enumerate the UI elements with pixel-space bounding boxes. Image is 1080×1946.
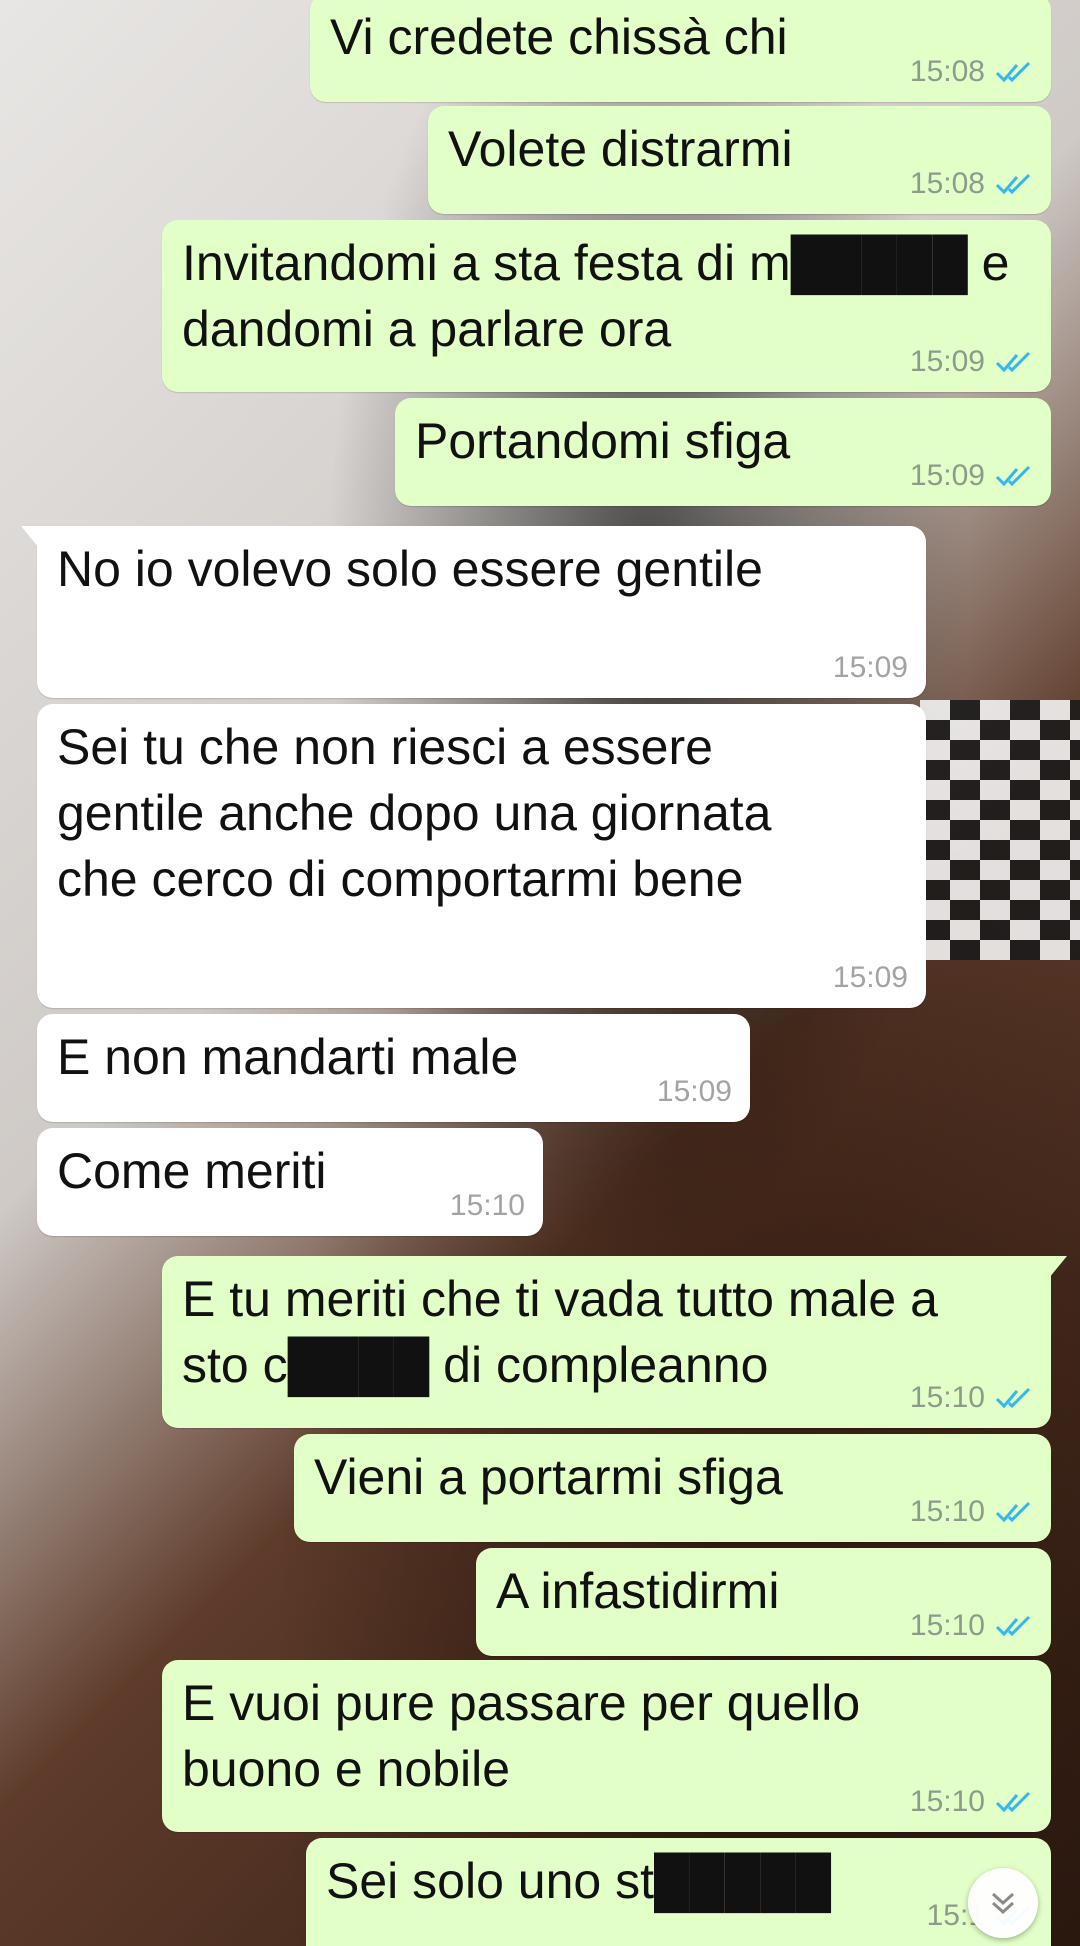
message-time: 15:09 [832, 961, 908, 994]
bubble-tail [21, 526, 39, 548]
message-meta: 15:09 [833, 960, 908, 996]
message-meta: 15:09 [910, 344, 1033, 380]
message-bubble-incoming[interactable]: Sei tu che non riesci a essere gentile a… [37, 704, 926, 1008]
read-double-check-icon [995, 61, 1031, 83]
message-text: Sei solo uno st█████ [326, 1853, 832, 1909]
read-double-check-icon [995, 1791, 1031, 1813]
message-time: 15:10 [449, 1189, 525, 1222]
scroll-to-bottom-button[interactable] [968, 1868, 1038, 1938]
read-double-check-icon [995, 1501, 1031, 1523]
message-meta: 15:09 [833, 650, 908, 686]
message-bubble-incoming[interactable]: E non mandarti male 15:09 [37, 1014, 750, 1122]
message-text: E tu meriti che ti vada tutto male a sto… [182, 1271, 938, 1393]
message-bubble-outgoing[interactable]: Vi credete chissà chi 15:08 [310, 0, 1051, 102]
message-text: E vuoi pure passare per quello buono e n… [182, 1675, 861, 1797]
read-double-check-icon [995, 1615, 1031, 1637]
message-meta: 15:09 [657, 1074, 732, 1110]
read-double-check-icon [995, 465, 1031, 487]
message-bubble-outgoing[interactable]: A infastidirmi 15:10 [476, 1548, 1051, 1656]
message-meta: 15:08 [910, 54, 1033, 90]
message-text: Sei tu che non riesci a essere gentile a… [57, 719, 772, 907]
message-bubble-outgoing[interactable]: E tu meriti che ti vada tutto male a sto… [162, 1256, 1067, 1428]
read-double-check-icon [995, 173, 1031, 195]
message-time: 15:09 [832, 651, 908, 684]
message-meta: 15:10 [910, 1380, 1033, 1416]
message-bubble-outgoing[interactable]: Invitandomi a sta festa di m█████ e dand… [162, 220, 1051, 392]
read-double-check-icon [995, 1387, 1031, 1409]
message-text: No io volevo solo essere gentile [57, 541, 763, 597]
message-meta: 15:10 [910, 1494, 1033, 1530]
message-time: 15:09 [909, 459, 985, 492]
message-time: 15:10 [909, 1495, 985, 1528]
message-list[interactable]: Vi credete chissà chi 15:08 Volete distr… [0, 0, 1080, 1946]
message-meta: 15:10 [450, 1188, 525, 1224]
message-time: 15:08 [909, 55, 985, 88]
message-time: 15:10 [909, 1381, 985, 1414]
message-meta: 15:09 [910, 458, 1033, 494]
message-meta: 15:10 [910, 1608, 1033, 1644]
message-time: 15:08 [909, 167, 985, 200]
message-bubble-outgoing[interactable]: Portandomi sfiga 15:09 [395, 398, 1051, 506]
bubble-tail [1049, 1256, 1067, 1278]
message-meta: 15:08 [910, 166, 1033, 202]
read-double-check-icon [995, 351, 1031, 373]
message-time: 15:09 [909, 345, 985, 378]
double-chevron-down-icon [991, 1892, 1015, 1915]
message-bubble-outgoing[interactable]: Volete distrarmi 15:08 [428, 106, 1051, 214]
message-bubble-outgoing[interactable]: E vuoi pure passare per quello buono e n… [162, 1660, 1051, 1832]
message-meta: 15:10 [910, 1784, 1033, 1820]
message-bubble-incoming[interactable]: No io volevo solo essere gentile 15:09 [21, 526, 926, 698]
message-bubble-incoming[interactable]: Come meriti 15:10 [37, 1128, 543, 1236]
message-time: 15:09 [656, 1075, 732, 1108]
message-text: Invitandomi a sta festa di m█████ e dand… [182, 235, 1010, 357]
message-bubble-outgoing[interactable]: Vieni a portarmi sfiga 15:10 [294, 1434, 1051, 1542]
message-bubble-outgoing[interactable]: Sei solo uno st█████ 15:1 [306, 1838, 1051, 1946]
message-time: 15:10 [909, 1785, 985, 1818]
message-time: 15:10 [909, 1609, 985, 1642]
message-text: E non mandarti male [57, 1029, 519, 1085]
